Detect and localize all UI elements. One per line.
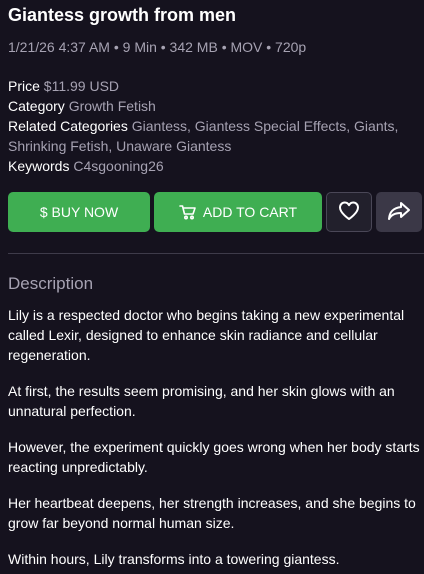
product-details: Price $11.99 USD Category Growth Fetish …	[8, 76, 418, 176]
description-paragraph: Within hours, Lily transforms into a tow…	[8, 551, 340, 567]
price-row: Price $11.99 USD	[8, 76, 418, 96]
description-body: Lily is a respected doctor who begins ta…	[8, 305, 422, 574]
heart-icon	[338, 201, 360, 224]
add-to-cart-label: ADD TO CART	[202, 204, 298, 220]
product-page: Giantess growth from men 1/21/26 4:37 AM…	[0, 0, 424, 574]
action-bar: $ BUY NOW ADD TO CART	[8, 192, 424, 232]
share-icon	[387, 201, 411, 224]
keywords-link[interactable]: C4sgooning26	[73, 158, 163, 174]
price-value: $11.99 USD	[43, 78, 120, 94]
category-link[interactable]: Growth Fetish	[69, 98, 156, 114]
category-label: Category	[8, 98, 65, 114]
product-meta: 1/21/26 4:37 AM • 9 Min • 342 MB • MOV •…	[8, 39, 307, 55]
description-paragraph: Lily is a respected doctor who begins ta…	[8, 307, 405, 363]
related-categories-label: Related Categories	[8, 118, 128, 134]
description-paragraph: Her heartbeat deepens, her strength incr…	[8, 495, 416, 531]
category-row: Category Growth Fetish	[8, 96, 418, 116]
buy-now-label: $ BUY NOW	[39, 204, 119, 220]
buy-now-button[interactable]: $ BUY NOW	[8, 192, 150, 232]
keywords-row: Keywords C4sgooning26	[8, 156, 418, 176]
price-label: Price	[8, 78, 40, 94]
keywords-label: Keywords	[8, 158, 70, 174]
share-button[interactable]	[376, 192, 422, 232]
add-to-cart-button[interactable]: ADD TO CART	[154, 192, 322, 232]
product-title: Giantess growth from men	[8, 5, 237, 25]
related-categories-row: Related Categories Giantess, Giantess Sp…	[8, 116, 418, 156]
description-paragraph: At first, the results seem promising, an…	[8, 383, 395, 419]
cart-icon	[179, 204, 197, 220]
description-paragraph: However, the experiment quickly goes wro…	[8, 439, 420, 475]
section-divider	[8, 253, 424, 254]
favorite-button[interactable]	[326, 192, 372, 232]
description-heading: Description	[8, 274, 94, 293]
